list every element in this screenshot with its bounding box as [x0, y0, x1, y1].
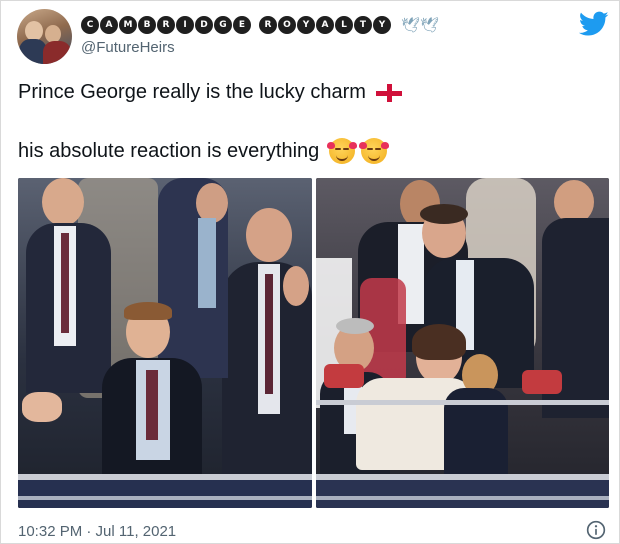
display-name-word: ROYALTY: [259, 16, 391, 34]
tweet-text-line-2: his absolute reaction is everything: [18, 138, 390, 164]
display-name-letter: R: [157, 16, 175, 34]
tweet-text: his absolute reaction is everything: [18, 139, 320, 162]
display-name-word: CAMBRIDGE: [81, 16, 251, 34]
twitter-bird-icon: [579, 11, 609, 36]
display-name-letter: R: [259, 16, 277, 34]
tweet-timestamp[interactable]: 10:32 PM · Jul 11, 2021: [18, 523, 176, 540]
display-name-letter: A: [100, 16, 118, 34]
crowd-hugging-photo[interactable]: [316, 178, 609, 508]
display-name-letter: E: [233, 16, 251, 34]
tweet-text-line-1: Prince George really is the lucky charm: [18, 81, 402, 104]
display-name-letter: L: [335, 16, 353, 34]
smiling-face-with-hearts-icon: [327, 138, 358, 164]
display-name-letter: C: [81, 16, 99, 34]
info-icon[interactable]: [586, 520, 606, 540]
display-name-letter: I: [176, 16, 194, 34]
display-name-letter: T: [354, 16, 372, 34]
display-name-letter: M: [119, 16, 137, 34]
display-name-letter: B: [138, 16, 156, 34]
display-name-letter: D: [195, 16, 213, 34]
tweet-card: C A M B R I D G E R O Y A L T Y 🕊🕊 @FutureHeirs Prince G…: [0, 0, 620, 544]
display-name-letter: A: [316, 16, 334, 34]
smiling-face-with-hearts-icon: [359, 138, 390, 164]
display-name-letter: G: [214, 16, 232, 34]
dove-emoji: 🕊🕊: [401, 17, 440, 34]
avatar[interactable]: [17, 9, 72, 64]
user-handle[interactable]: @FutureHeirs: [81, 39, 175, 56]
england-flag-icon: [375, 83, 402, 102]
crowd-celebrating-photo[interactable]: [18, 178, 312, 508]
display-name-letter: O: [278, 16, 296, 34]
tweet-text: Prince George really is the lucky charm: [18, 81, 366, 103]
display-name[interactable]: C A M B R I D G E R O Y A L T Y 🕊🕊: [81, 15, 439, 35]
display-name-letter: Y: [297, 16, 315, 34]
display-name-letter: Y: [373, 16, 391, 34]
